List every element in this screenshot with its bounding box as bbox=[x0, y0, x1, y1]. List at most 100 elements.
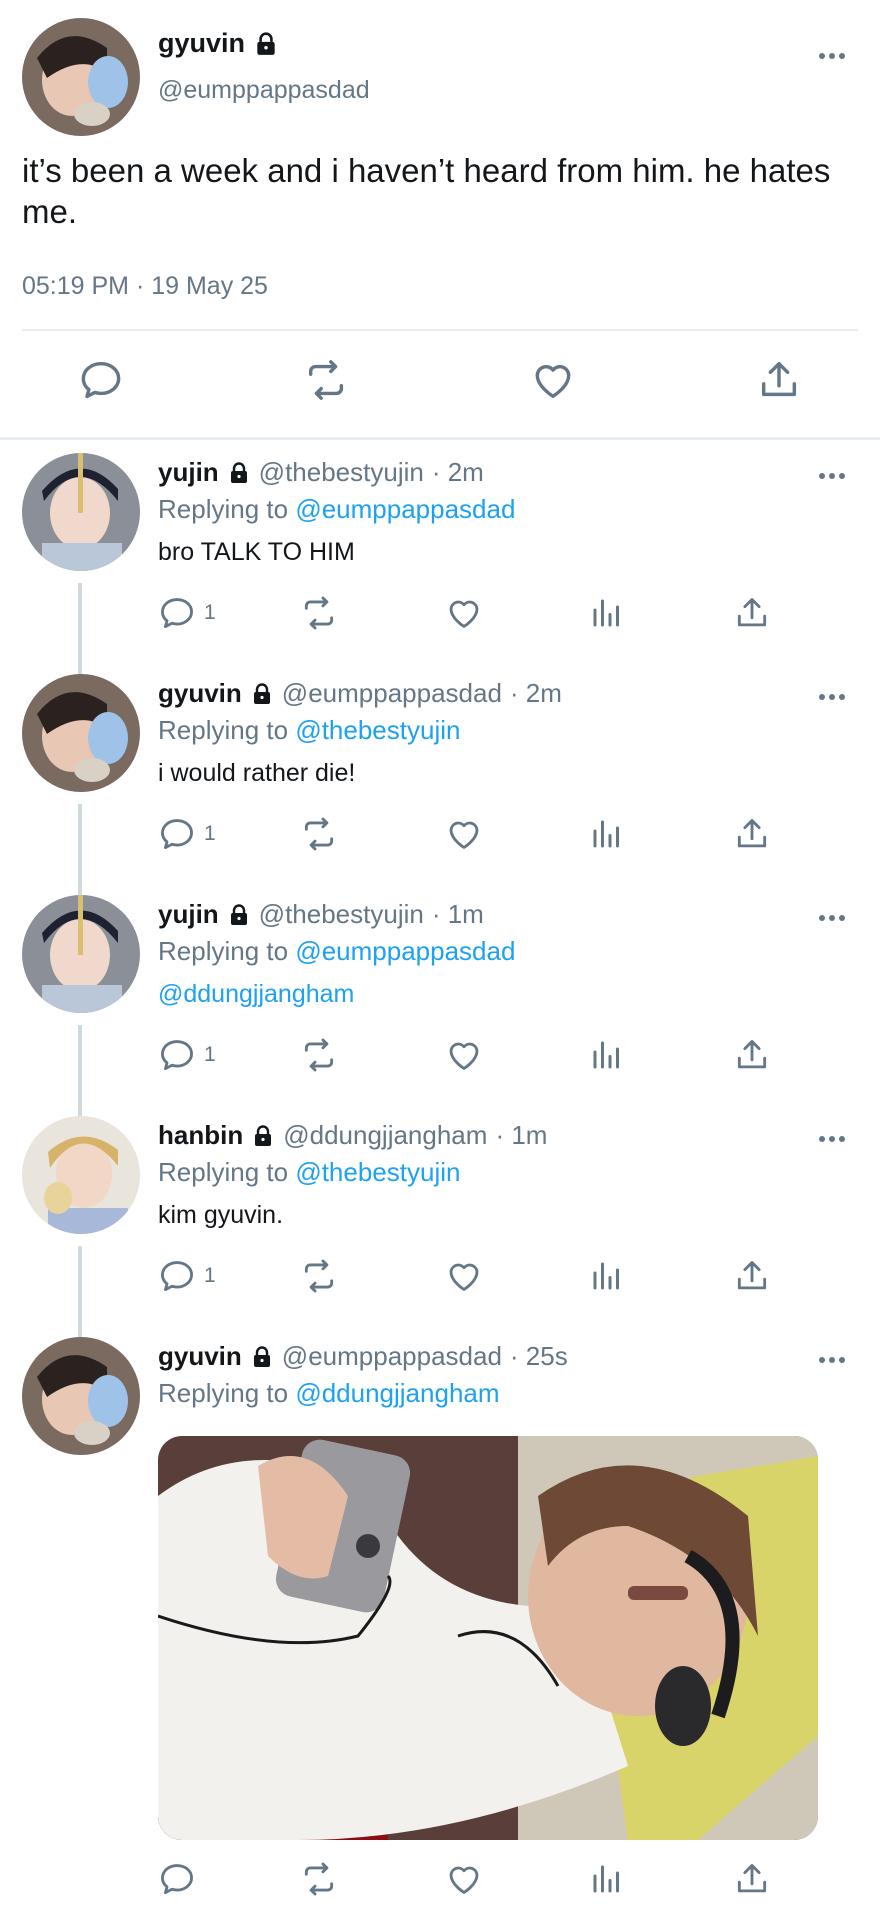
share-button[interactable] bbox=[754, 355, 804, 405]
reply-tweet[interactable]: yujin @thebestyujin · 2m Replying to @eu… bbox=[0, 441, 880, 662]
retweet-button[interactable] bbox=[300, 1254, 338, 1298]
avatar[interactable] bbox=[22, 18, 140, 136]
reply-button[interactable]: 1 bbox=[158, 812, 216, 856]
share-icon bbox=[733, 1257, 771, 1295]
reply-text: bro TALK TO HIM bbox=[158, 538, 355, 566]
mention-link[interactable]: @eumppappasdad bbox=[295, 936, 515, 966]
reply-button[interactable] bbox=[158, 1857, 196, 1901]
author-handle[interactable]: @thebestyujin bbox=[259, 457, 424, 488]
reply-actions: 1 bbox=[158, 1254, 798, 1298]
retweet-button[interactable] bbox=[300, 812, 338, 856]
more-options-icon[interactable] bbox=[812, 46, 852, 66]
reply-count: 1 bbox=[204, 1264, 216, 1287]
like-button[interactable] bbox=[445, 591, 483, 635]
reply-count: 1 bbox=[204, 822, 216, 845]
author-name[interactable]: hanbin bbox=[158, 1120, 243, 1151]
author-handle[interactable]: @ddungjjangham bbox=[283, 1120, 487, 1151]
replying-to: Replying to @eumppappasdad bbox=[158, 494, 516, 524]
more-options-icon[interactable] bbox=[812, 1350, 852, 1370]
mention-link[interactable]: @eumppappasdad bbox=[295, 494, 515, 524]
author-handle[interactable]: @thebestyujin bbox=[259, 899, 424, 930]
reply-icon bbox=[158, 1860, 196, 1898]
avatar[interactable] bbox=[22, 453, 140, 571]
analytics-button[interactable] bbox=[589, 1033, 625, 1077]
like-button[interactable] bbox=[528, 355, 578, 405]
more-options-icon[interactable] bbox=[812, 1129, 852, 1149]
more-options-icon[interactable] bbox=[812, 687, 852, 707]
reply-icon bbox=[158, 1257, 196, 1295]
reply-time: · 2m bbox=[509, 678, 562, 708]
reply-tweet[interactable]: hanbin @ddungjjangham · 1m Replying to @… bbox=[0, 1104, 880, 1325]
like-button[interactable] bbox=[445, 812, 483, 856]
reply-count: 1 bbox=[204, 601, 216, 624]
avatar[interactable] bbox=[22, 1116, 140, 1234]
retweet-icon bbox=[303, 357, 349, 403]
reply-header: yujin @thebestyujin · 2m bbox=[158, 457, 484, 488]
tweet-timestamp[interactable]: 05:19 PM · 19 May 25 bbox=[22, 272, 268, 301]
reply-button[interactable] bbox=[76, 355, 126, 405]
reply-icon bbox=[158, 594, 196, 632]
retweet-icon bbox=[300, 1860, 338, 1898]
share-button[interactable] bbox=[733, 812, 771, 856]
reply-button[interactable]: 1 bbox=[158, 591, 216, 635]
reply-header: hanbin @ddungjjangham · 1m bbox=[158, 1120, 547, 1151]
like-button[interactable] bbox=[445, 1033, 483, 1077]
avatar[interactable] bbox=[22, 895, 140, 1013]
reply-time: · 1m bbox=[431, 899, 484, 929]
retweet-button[interactable] bbox=[301, 355, 351, 405]
retweet-icon bbox=[300, 815, 338, 853]
replying-to: Replying to @thebestyujin bbox=[158, 715, 461, 745]
like-button[interactable] bbox=[445, 1254, 483, 1298]
author-name[interactable]: gyuvin bbox=[158, 28, 279, 59]
share-button[interactable] bbox=[733, 1857, 771, 1901]
reply-icon bbox=[158, 815, 196, 853]
analytics-button[interactable] bbox=[589, 1857, 625, 1901]
mention-link[interactable]: @thebestyujin bbox=[295, 1157, 460, 1187]
divider bbox=[22, 329, 858, 331]
analytics-button[interactable] bbox=[589, 812, 625, 856]
analytics-icon bbox=[589, 1861, 625, 1897]
more-options-icon[interactable] bbox=[812, 908, 852, 928]
analytics-button[interactable] bbox=[589, 591, 625, 635]
reply-actions: 1 bbox=[158, 591, 798, 635]
retweet-button[interactable] bbox=[300, 1857, 338, 1901]
reply-button[interactable]: 1 bbox=[158, 1033, 216, 1077]
analytics-icon bbox=[589, 816, 625, 852]
reply-actions: 1 bbox=[158, 1033, 798, 1077]
mention-link[interactable]: @ddungjjangham bbox=[295, 1378, 499, 1408]
reply-icon bbox=[158, 1036, 196, 1074]
reply-tweet[interactable]: gyuvin @eumppappasdad · 25s Replying to … bbox=[0, 1325, 880, 1920]
share-button[interactable] bbox=[733, 591, 771, 635]
author-name[interactable]: yujin bbox=[158, 899, 219, 930]
author-handle[interactable]: @eumppappasdad bbox=[282, 1341, 502, 1372]
retweet-button[interactable] bbox=[300, 1033, 338, 1077]
like-button[interactable] bbox=[445, 1857, 483, 1901]
reply-tweet[interactable]: gyuvin @eumppappasdad · 2m Replying to @… bbox=[0, 662, 880, 883]
share-button[interactable] bbox=[733, 1254, 771, 1298]
tweet-text: it’s been a week and i haven’t heard fro… bbox=[22, 152, 831, 230]
share-icon bbox=[733, 1860, 771, 1898]
mention-link[interactable]: @ddungjjangham bbox=[158, 980, 354, 1009]
reply-actions bbox=[158, 1857, 798, 1901]
retweet-button[interactable] bbox=[300, 591, 338, 635]
mention-link[interactable]: @thebestyujin bbox=[295, 715, 460, 745]
analytics-icon bbox=[589, 1037, 625, 1073]
author-name[interactable]: yujin bbox=[158, 457, 219, 488]
analytics-button[interactable] bbox=[589, 1254, 625, 1298]
reply-tweet[interactable]: yujin @thebestyujin · 1m Replying to @eu… bbox=[0, 883, 880, 1104]
like-icon bbox=[445, 1036, 483, 1074]
reply-header: gyuvin @eumppappasdad · 2m bbox=[158, 678, 562, 709]
author-handle[interactable]: @eumppappasdad bbox=[158, 76, 370, 105]
share-button[interactable] bbox=[733, 1033, 771, 1077]
author-handle[interactable]: @eumppappasdad bbox=[282, 678, 502, 709]
author-name[interactable]: gyuvin bbox=[158, 1341, 242, 1372]
more-options-icon[interactable] bbox=[812, 466, 852, 486]
author-name[interactable]: gyuvin bbox=[158, 678, 242, 709]
avatar[interactable] bbox=[22, 1337, 140, 1455]
reply-time: · 25s bbox=[509, 1341, 568, 1371]
like-icon bbox=[530, 357, 576, 403]
reply-button[interactable]: 1 bbox=[158, 1254, 216, 1298]
avatar[interactable] bbox=[22, 674, 140, 792]
attached-photo[interactable] bbox=[158, 1436, 818, 1840]
share-icon bbox=[733, 1036, 771, 1074]
